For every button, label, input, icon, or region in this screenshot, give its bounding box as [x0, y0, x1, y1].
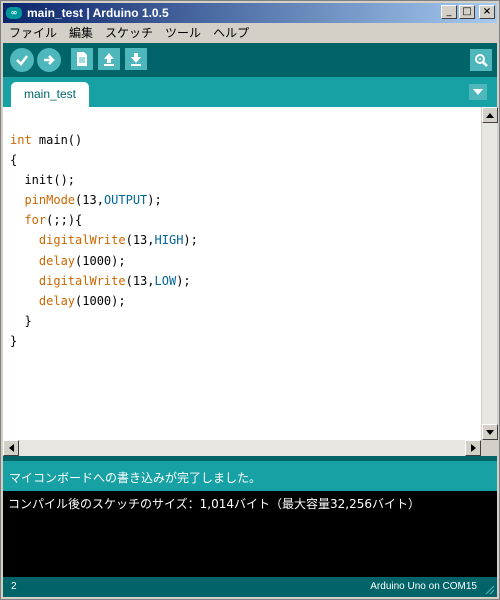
- code-constant: HIGH: [154, 233, 184, 248]
- scroll-down-button[interactable]: [482, 424, 498, 440]
- code-line[interactable]: digitalWrite(13,LOW);: [10, 271, 198, 291]
- arduino-window: ∞ main_test | Arduino 1.0.5 _ □ × ファイル 編…: [0, 0, 500, 600]
- code-keyword: for: [24, 213, 47, 228]
- code-token: );: [176, 273, 191, 288]
- code-editor[interactable]: int main(){ init(); pinMode(13,OUTPUT); …: [3, 107, 498, 440]
- arduino-glyph: ∞: [10, 8, 18, 17]
- horizontal-scrollbar[interactable]: [3, 440, 481, 456]
- title-bar[interactable]: ∞ main_test | Arduino 1.0.5 _ □ ×: [3, 3, 497, 23]
- code-token: (13,: [125, 233, 155, 248]
- code-token: init();: [10, 173, 76, 188]
- window-controls: _ □ ×: [441, 5, 495, 19]
- arduino-icon: ∞: [6, 7, 22, 19]
- code-keyword: pinMode: [24, 193, 76, 208]
- tab-main-test[interactable]: main_test: [11, 82, 89, 107]
- code-token: {: [10, 153, 18, 168]
- arrow-up-icon: [486, 112, 494, 118]
- resize-grip-icon[interactable]: [485, 585, 495, 595]
- scroll-left-button[interactable]: [3, 440, 19, 456]
- code-token: (13,: [75, 193, 104, 208]
- code-keyword: delay: [38, 253, 76, 268]
- status-bar: マイコンボードへの書き込みが完了しました。: [3, 461, 497, 491]
- code-token: );: [147, 193, 162, 208]
- upload-icon: [44, 55, 55, 65]
- tab-menu-button[interactable]: [469, 84, 487, 100]
- code-line[interactable]: digitalWrite(13,HIGH);: [10, 230, 198, 250]
- new-icon: [77, 52, 87, 66]
- code-keyword: int: [10, 133, 32, 147]
- triangle-down-icon: [473, 89, 483, 95]
- save-button[interactable]: [125, 48, 147, 70]
- magnifier-icon: [475, 54, 488, 67]
- upload-button[interactable]: [37, 48, 61, 72]
- code-token: );: [183, 233, 198, 248]
- maximize-button[interactable]: □: [459, 5, 475, 19]
- code-line[interactable]: {: [10, 150, 198, 170]
- code-token: (13,: [125, 273, 155, 288]
- code-token: }: [10, 333, 18, 348]
- scroll-corner: [481, 440, 497, 456]
- footer-bar: 2 Arduino Uno on COM15: [3, 577, 497, 597]
- code-line[interactable]: }: [10, 331, 198, 351]
- menu-file[interactable]: ファイル: [3, 24, 63, 41]
- code-token: }: [10, 313, 32, 328]
- serial-monitor-button[interactable]: [470, 49, 492, 71]
- code-line[interactable]: pinMode(13,OUTPUT);: [10, 190, 198, 210]
- code-token: (1000);: [75, 293, 126, 308]
- code-line[interactable]: }: [10, 311, 198, 331]
- tab-bar: main_test: [3, 77, 497, 107]
- code-keyword: delay: [38, 293, 76, 308]
- console-output[interactable]: コンパイル後のスケッチのサイズ：1,014バイト（最大容量32,256バイト）: [3, 491, 497, 577]
- menu-sketch[interactable]: スケッチ: [99, 24, 159, 41]
- code-line[interactable]: delay(1000);: [10, 291, 198, 311]
- scroll-right-button[interactable]: [465, 440, 481, 456]
- code-constant: LOW: [154, 273, 177, 288]
- board-info: Arduino Uno on COM15: [370, 581, 477, 592]
- code-line[interactable]: int main(): [10, 130, 198, 150]
- status-message: マイコンボードへの書き込みが完了しました。: [9, 471, 262, 485]
- code-text[interactable]: int main(){ init(); pinMode(13,OUTPUT); …: [10, 130, 198, 351]
- verify-button[interactable]: [10, 48, 34, 72]
- open-button[interactable]: [98, 48, 120, 70]
- arrow-right-icon: [470, 444, 476, 452]
- toolbar: [3, 43, 497, 77]
- open-icon: [104, 53, 114, 66]
- code-constant: OUTPUT: [103, 193, 148, 208]
- code-token: (1000);: [75, 253, 126, 268]
- console-line: コンパイル後のスケッチのサイズ：1,014バイト（最大容量32,256バイト）: [8, 497, 420, 511]
- menu-edit[interactable]: 編集: [63, 24, 99, 41]
- arrow-down-icon: [486, 429, 494, 435]
- save-icon: [131, 53, 141, 66]
- code-keyword: digitalWrite: [38, 273, 126, 288]
- verify-icon: [16, 55, 28, 66]
- window-title: main_test | Arduino 1.0.5: [27, 6, 169, 20]
- new-button[interactable]: [71, 48, 93, 70]
- code-line[interactable]: delay(1000);: [10, 251, 198, 271]
- code-token: (;;){: [46, 213, 83, 228]
- menu-bar: ファイル 編集 スケッチ ツール ヘルプ: [3, 23, 497, 42]
- code-line[interactable]: for(;;){: [10, 210, 198, 230]
- scroll-up-button[interactable]: [482, 107, 498, 123]
- menu-help[interactable]: ヘルプ: [207, 24, 255, 41]
- arrow-left-icon: [8, 444, 14, 452]
- minimize-button[interactable]: _: [441, 5, 457, 19]
- close-button[interactable]: ×: [479, 5, 495, 19]
- vertical-scrollbar[interactable]: [481, 107, 498, 440]
- code-line[interactable]: init();: [10, 170, 198, 190]
- code-keyword: digitalWrite: [38, 233, 126, 248]
- code-token: main(): [31, 133, 83, 147]
- line-number: 2: [11, 581, 17, 592]
- menu-tools[interactable]: ツール: [159, 24, 207, 41]
